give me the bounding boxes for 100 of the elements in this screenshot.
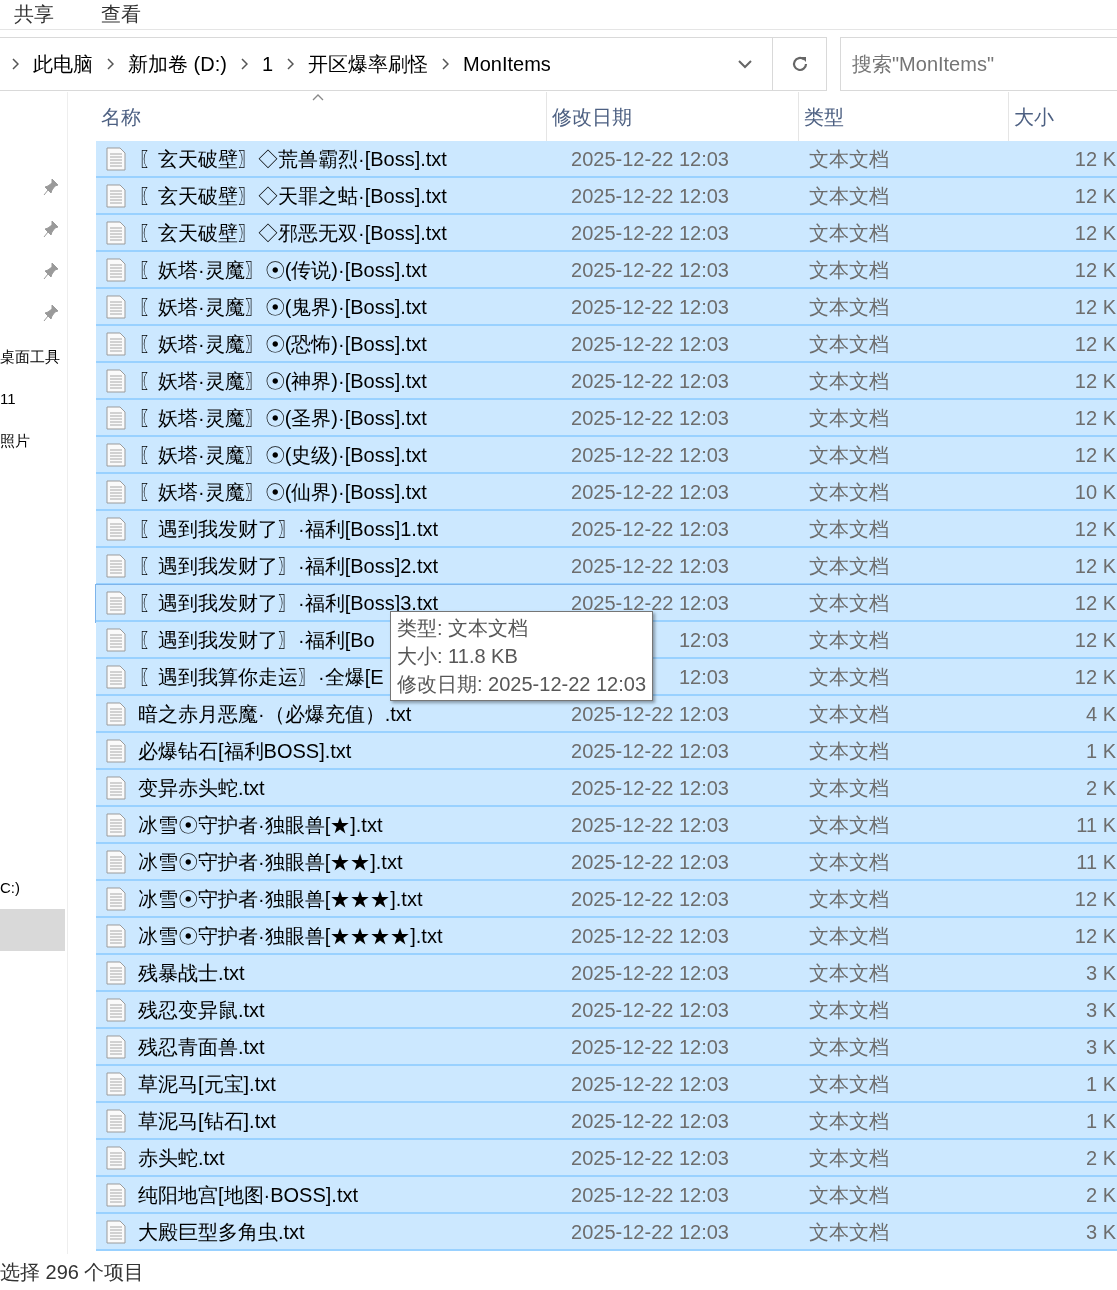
file-type: 文本文档 [808, 812, 890, 838]
file-size: 12 K [1073, 442, 1117, 468]
file-name: 〖妖塔·灵魔〗☉(圣界)·[Boss].txt [138, 405, 427, 431]
file-size: 3 K [1084, 1219, 1117, 1245]
file-name: 〖遇到我算你走运〗·全爆[E [138, 664, 384, 690]
file-name: 〖妖塔·灵魔〗☉(史级)·[Boss].txt [138, 442, 427, 468]
file-type: 文本文档 [808, 1219, 890, 1245]
modified-date: 2025-12-22 12:03 [571, 220, 729, 246]
file-type: 文本文档 [808, 1034, 890, 1060]
file-type: 文本文档 [808, 479, 890, 505]
file-name: 冰雪☉守护者·独眼兽[★★].txt [138, 849, 403, 875]
file-type: 文本文档 [808, 405, 890, 431]
modified-date: 2025-12-22 12:03 [571, 1182, 729, 1208]
modified-date: 2025-12-22 12:03 [571, 479, 729, 505]
file-size: 12 K [1073, 331, 1117, 357]
file-name: 草泥马[元宝].txt [138, 1071, 276, 1097]
file-type: 文本文档 [808, 960, 890, 986]
modified-date: 2025-12-22 12:03 [571, 146, 729, 172]
file-type: 文本文档 [808, 257, 890, 283]
file-type: 文本文档 [808, 590, 890, 616]
file-name: 〖遇到我发财了〗·福利[Bo [138, 627, 375, 653]
file-size: 1 K [1084, 1108, 1117, 1134]
file-type: 文本文档 [808, 886, 890, 912]
file-type: 文本文档 [808, 1145, 890, 1171]
modified-date: 12:03 [678, 627, 729, 653]
file-name: 〖玄天破壁〗◇邪恶无双·[Boss].txt [138, 220, 447, 246]
file-name: 必爆钻石[福利BOSS].txt [138, 738, 352, 764]
modified-date: 2025-12-22 12:03 [571, 331, 729, 357]
file-type: 文本文档 [808, 368, 890, 394]
file-name: 残暴战士.txt [138, 960, 245, 986]
file-type: 文本文档 [808, 220, 890, 246]
modified-date: 2025-12-22 12:03 [571, 849, 729, 875]
file-name: 纯阳地宫[地图·BOSS].txt [138, 1182, 359, 1208]
file-size: 12 K [1073, 923, 1117, 949]
modified-date: 2025-12-22 12:03 [571, 701, 729, 727]
modified-date: 2025-12-22 12:03 [571, 997, 729, 1023]
modified-date: 2025-12-22 12:03 [571, 516, 729, 542]
file-type: 文本文档 [808, 664, 890, 690]
file-size: 12 K [1073, 516, 1117, 542]
modified-date: 2025-12-22 12:03 [571, 553, 729, 579]
file-size: 12 K [1073, 886, 1117, 912]
file-name: 冰雪☉守护者·独眼兽[★★★].txt [138, 886, 423, 912]
file-size: 3 K [1084, 1034, 1117, 1060]
file-size: 10 K [1073, 479, 1117, 505]
file-size: 2 K [1084, 1145, 1117, 1171]
file-size: 12 K [1073, 664, 1117, 690]
file-size: 12 K [1073, 405, 1117, 431]
tooltip-line: 大小: 11.8 KB [397, 644, 519, 669]
status-text: 选择 296 个项目 [0, 1260, 145, 1285]
file-name: 〖遇到我发财了〗·福利[Boss]1.txt [138, 516, 439, 542]
modified-date: 12:03 [678, 664, 729, 690]
file-name: 〖遇到我发财了〗·福利[Boss]2.txt [138, 553, 439, 579]
modified-date: 2025-12-22 12:03 [571, 368, 729, 394]
file-size: 4 K [1084, 701, 1117, 727]
file-type: 文本文档 [808, 849, 890, 875]
file-size: 12 K [1073, 146, 1117, 172]
file-name: 〖妖塔·灵魔〗☉(神界)·[Boss].txt [138, 368, 427, 394]
file-name: 〖玄天破壁〗◇荒兽霸烈·[Boss].txt [138, 146, 447, 172]
file-type: 文本文档 [808, 775, 890, 801]
file-type: 文本文档 [808, 701, 890, 727]
file-type: 文本文档 [808, 294, 890, 320]
file-name: 残忍变异鼠.txt [138, 997, 265, 1023]
file-name: 〖遇到我发财了〗·福利[Boss]3.txt [138, 590, 439, 616]
file-size: 1 K [1084, 738, 1117, 764]
tooltip-line: 修改日期: 2025-12-22 12:03 [397, 672, 647, 697]
file-type: 文本文档 [808, 553, 890, 579]
file-name: 暗之赤月恶魔·（必爆充值）.txt [138, 701, 412, 727]
file-type: 文本文档 [808, 516, 890, 542]
file-name: 草泥马[钻石].txt [138, 1108, 276, 1134]
file-name: 〖玄天破壁〗◇天罪之蛄·[Boss].txt [138, 183, 447, 209]
modified-date: 2025-12-22 12:03 [571, 183, 729, 209]
file-name: 冰雪☉守护者·独眼兽[★★★★].txt [138, 923, 443, 949]
file-name: 〖妖塔·灵魔〗☉(仙界)·[Boss].txt [138, 479, 427, 505]
modified-date: 2025-12-22 12:03 [571, 738, 729, 764]
file-type: 文本文档 [808, 1108, 890, 1134]
modified-date: 2025-12-22 12:03 [571, 1034, 729, 1060]
file-size: 11 K [1075, 849, 1117, 875]
file-name: 变异赤头蛇.txt [138, 775, 265, 801]
modified-date: 2025-12-22 12:03 [571, 294, 729, 320]
file-name: 〖妖塔·灵魔〗☉(传说)·[Boss].txt [138, 257, 427, 283]
modified-date: 2025-12-22 12:03 [571, 1071, 729, 1097]
file-size: 12 K [1073, 183, 1117, 209]
file-name: 〖妖塔·灵魔〗☉(恐怖)·[Boss].txt [138, 331, 427, 357]
file-type: 文本文档 [808, 1071, 890, 1097]
modified-date: 2025-12-22 12:03 [571, 1108, 729, 1134]
file-name: 残忍青面兽.txt [138, 1034, 265, 1060]
file-type: 文本文档 [808, 331, 890, 357]
file-size: 2 K [1084, 775, 1117, 801]
file-size: 11 K [1075, 812, 1117, 838]
file-size: 12 K [1073, 553, 1117, 579]
file-type: 文本文档 [808, 146, 890, 172]
file-type: 文本文档 [808, 183, 890, 209]
file-size: 1 K [1084, 1071, 1117, 1097]
file-size: 3 K [1084, 960, 1117, 986]
file-type: 文本文档 [808, 738, 890, 764]
file-type: 文本文档 [808, 442, 890, 468]
modified-date: 2025-12-22 12:03 [571, 923, 729, 949]
file-name: 大殿巨型多角虫.txt [138, 1219, 305, 1245]
file-size: 12 K [1073, 294, 1117, 320]
file-name: 赤头蛇.txt [138, 1145, 225, 1171]
